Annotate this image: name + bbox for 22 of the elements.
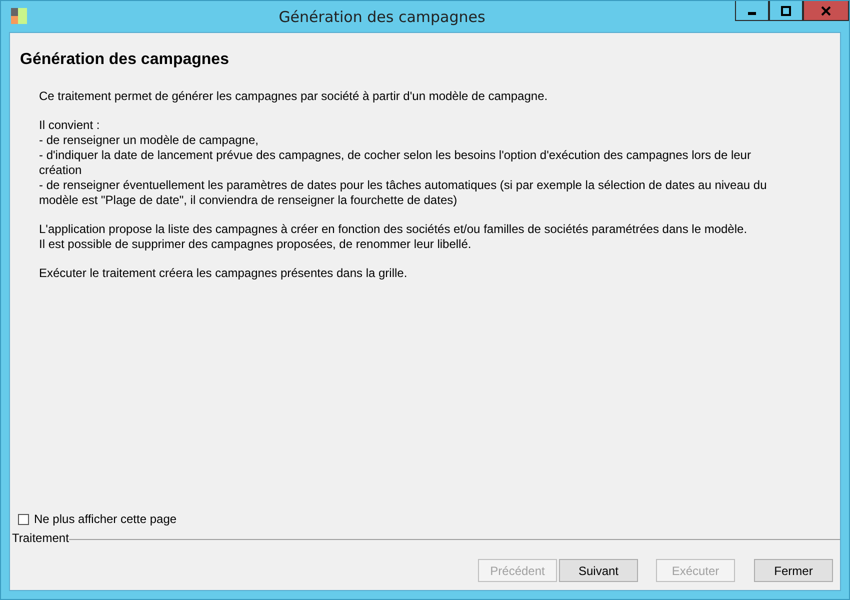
minimize-button[interactable]: [735, 1, 769, 21]
description-text: - de renseigner un modèle de campagne,: [39, 133, 260, 148]
page-heading: Génération des campagnes: [20, 51, 230, 69]
minimize-icon: [748, 12, 756, 15]
window-title: Génération des campagnes: [278, 8, 486, 26]
description-text: Il est possible de supprimer des campagnes proposées, de renommer leur libellé.: [39, 237, 472, 252]
dialog-button[interactable]: Suivant: [559, 559, 638, 582]
description-text: L'application propose la liste des campagnes à créer en fonction des sociétés et/ou familles de sociétés paramétrées dans le modèle.: [39, 222, 748, 237]
description-text: Ce traitement permet de générer les campagnes par société à partir d'un modèle de campagne.: [39, 89, 549, 104]
dialog-button[interactable]: Fermer: [754, 559, 833, 582]
maximize-button[interactable]: [769, 1, 803, 21]
description-text: - d'indiquer la date de lancement prévue des campagnes, de cocher selon les besoins l'option d'exécution des campagnes lors de leur création: [39, 148, 752, 178]
maximize-icon: [781, 6, 791, 16]
description-text: Il convient :: [39, 118, 101, 133]
description-text: Exécuter le traitement créera les campagnes présentes dans la grille.: [39, 266, 408, 281]
checkbox-label: Ne plus afficher cette page: [34, 512, 177, 526]
close-button[interactable]: [803, 1, 849, 21]
app-icon: [11, 8, 29, 26]
description-text: - de renseigner éventuellement les paramètres de dates pour les tâches automatiques (si par exemple la sélection de dates au niveau du modèle est "Plage de date", il conviendra de renseigner la fourchette de dates): [39, 178, 768, 208]
close-icon: [821, 6, 831, 16]
checkbox[interactable]: [18, 514, 29, 524]
group-label: Traitement: [12, 531, 69, 545]
